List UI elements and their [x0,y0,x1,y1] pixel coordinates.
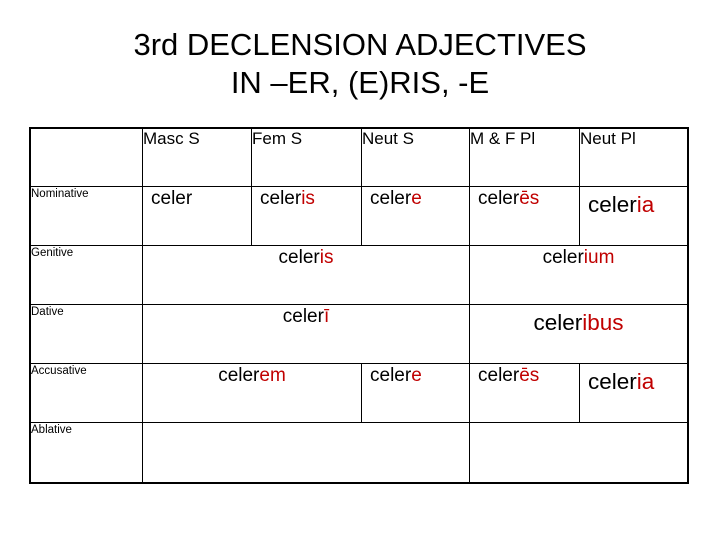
slide-title-line-1: 3rd DECLENSION ADJECTIVES [133,27,587,62]
table-row-nominative: Nominative celer celeris celere celerēs … [30,186,688,246]
stem-text: celer [218,365,260,386]
ending-text: e [411,365,422,386]
row-label-dative: Dative [30,304,143,364]
column-header-neut-s: Neut S [361,128,470,187]
cell-genitive-plural: celerium [469,245,688,305]
cell-ablative-plural [469,422,688,483]
column-header-mf-pl: M & F Pl [469,128,580,187]
stem-text: celer [478,188,520,209]
stem-text: celer [278,247,320,268]
row-label-accusative: Accusative [30,363,143,423]
column-header-masc-s: Masc S [142,128,252,187]
table-row-ablative: Ablative [30,422,688,483]
table-row-accusative: Accusative celerem celere celerēs celeri… [30,363,688,423]
stem-text: celer [282,306,324,327]
cell-nominative-mf-pl: celerēs [469,186,580,246]
cell-ablative-singular [142,422,470,483]
ending-text: ia [636,369,655,394]
stem-text: celer [370,365,412,386]
table-row-genitive: Genitive celeris celerium [30,245,688,305]
cell-accusative-masc-fem-s: celerem [142,363,362,423]
ending-text: ēs [519,188,540,209]
cell-nominative-neut-s: celere [361,186,470,246]
slide: 3rd DECLENSION ADJECTIVES IN –ER, (E)RIS… [0,0,720,540]
cell-accusative-neut-pl: celeria [579,363,688,423]
table-corner-cell [30,128,143,187]
ending-text: ibus [582,310,624,335]
ending-text: is [319,247,334,268]
declension-table: Masc S Fem S Neut S M & F Pl Neut Pl Nom… [29,127,689,484]
cell-accusative-neut-s: celere [361,363,470,423]
slide-title-line-2: IN –ER, (E)RIS, -E [230,65,490,100]
row-label-nominative: Nominative [30,186,143,246]
cell-dative-plural: celeribus [469,304,688,364]
ending-text: ēs [519,365,540,386]
ending-text: e [411,188,422,209]
table-header-row: Masc S Fem S Neut S M & F Pl Neut Pl [30,128,688,187]
ending-text: ī [323,306,330,327]
row-label-ablative: Ablative [30,422,143,483]
cell-nominative-fem-s: celeris [251,186,362,246]
cell-accusative-mf-pl: celerēs [469,363,580,423]
stem-text: celer [588,369,637,394]
stem-text: celer [542,247,584,268]
column-header-neut-pl: Neut Pl [579,128,688,187]
cell-genitive-singular: celeris [142,245,470,305]
column-header-fem-s: Fem S [251,128,362,187]
ending-text: ia [636,192,655,217]
cell-dative-singular: celerī [142,304,470,364]
cell-nominative-masc-s: celer [142,186,252,246]
slide-title: 3rd DECLENSION ADJECTIVES IN –ER, (E)RIS… [0,26,720,102]
stem-text: celer [370,188,412,209]
cell-nominative-neut-pl: celeria [579,186,688,246]
ending-text: ium [583,247,615,268]
stem-text: celer [260,188,302,209]
ending-text: em [259,365,286,386]
table-row-dative: Dative celerī celeribus [30,304,688,364]
ending-text: is [301,188,315,209]
row-label-genitive: Genitive [30,245,143,305]
stem-text: celer [588,192,637,217]
stem-text: celer [533,310,583,335]
stem-text: celer [478,365,520,386]
stem-text: celer [151,188,193,209]
